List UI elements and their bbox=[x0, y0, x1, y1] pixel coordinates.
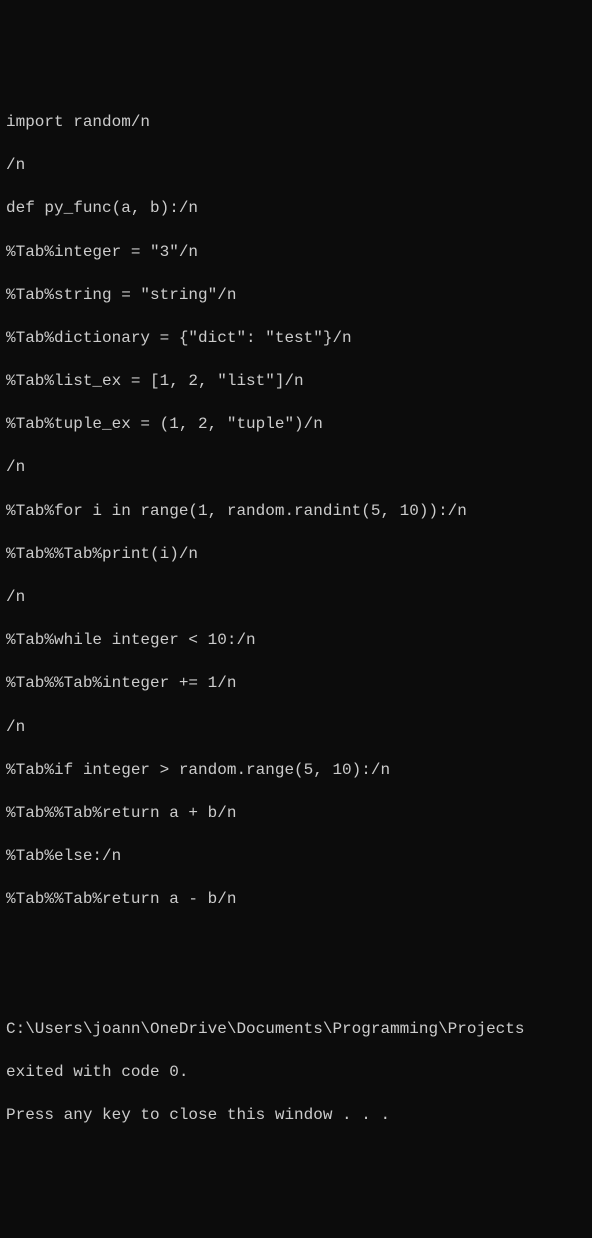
output-line: %Tab%%Tab%integer += 1/n bbox=[6, 673, 586, 695]
blank-line bbox=[6, 976, 586, 998]
output-line: import random/n bbox=[6, 112, 586, 134]
output-line: %Tab%%Tab%print(i)/n bbox=[6, 544, 586, 566]
output-line: %Tab%tuple_ex = (1, 2, "tuple")/n bbox=[6, 414, 586, 436]
output-line: %Tab%if integer > random.range(5, 10):/n bbox=[6, 760, 586, 782]
terminal-window[interactable]: import random/n /n def py_func(a, b):/n … bbox=[6, 90, 586, 1148]
output-line: %Tab%for i in range(1, random.randint(5,… bbox=[6, 501, 586, 523]
output-line: %Tab%%Tab%return a + b/n bbox=[6, 803, 586, 825]
prompt-line: Press any key to close this window . . . bbox=[6, 1105, 586, 1127]
exit-code-line: exited with code 0. bbox=[6, 1062, 586, 1084]
output-line: /n bbox=[6, 587, 586, 609]
output-line: /n bbox=[6, 155, 586, 177]
blank-line bbox=[6, 933, 586, 955]
output-line: /n bbox=[6, 457, 586, 479]
output-line: /n bbox=[6, 717, 586, 739]
output-line: def py_func(a, b):/n bbox=[6, 198, 586, 220]
output-line: %Tab%list_ex = [1, 2, "list"]/n bbox=[6, 371, 586, 393]
output-line: %Tab%while integer < 10:/n bbox=[6, 630, 586, 652]
exit-path-line: C:\Users\joann\OneDrive\Documents\Progra… bbox=[6, 1019, 586, 1041]
output-line: %Tab%string = "string"/n bbox=[6, 285, 586, 307]
output-line: %Tab%%Tab%return a - b/n bbox=[6, 889, 586, 911]
output-line: %Tab%else:/n bbox=[6, 846, 586, 868]
output-line: %Tab%integer = "3"/n bbox=[6, 242, 586, 264]
output-line: %Tab%dictionary = {"dict": "test"}/n bbox=[6, 328, 586, 350]
